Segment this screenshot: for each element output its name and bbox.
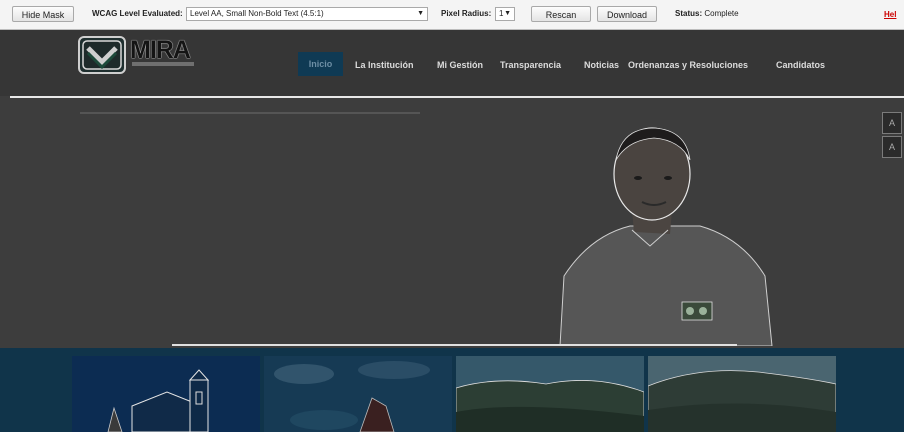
font-increase-icon: A: [888, 118, 895, 128]
dropdown-arrow-icon: ▼: [417, 10, 424, 17]
help-link[interactable]: Hel: [884, 10, 896, 19]
pixel-radius-label: Pixel Radius:: [441, 9, 492, 18]
wcag-level-select[interactable]: Level AA, Small Non-Bold Text (4.5:1) ▼: [186, 7, 428, 21]
logo-tagline-bar: [132, 62, 194, 66]
hide-mask-button[interactable]: Hide Mask: [12, 6, 74, 22]
nav-item-transparencia[interactable]: Transparencia: [500, 60, 561, 70]
nav-item-ordenanzas[interactable]: Ordenanzas y Resoluciones: [628, 60, 748, 70]
logo-wordmark[interactable]: MIRA: [130, 36, 191, 65]
contrast-checker-toolbar: Hide Mask WCAG Level Evaluated: Level AA…: [0, 0, 904, 30]
status-label: Status:: [675, 9, 703, 18]
nav-item-candidatos[interactable]: Candidatos: [776, 60, 825, 70]
gallery-tile-hills[interactable]: [456, 356, 644, 432]
status-value: Complete: [704, 9, 739, 18]
font-size-increase-button[interactable]: A: [882, 112, 902, 134]
nav-item-la-institucion[interactable]: La Institución: [355, 60, 414, 70]
logo-emblem-icon[interactable]: [78, 36, 126, 74]
dropdown-arrow-icon: ▼: [504, 10, 511, 17]
gallery-tile-church[interactable]: [72, 356, 260, 432]
hero-person-photo: [559, 127, 773, 346]
hero-top-line: [80, 112, 420, 114]
wcag-level-label: WCAG Level Evaluated:: [92, 9, 183, 18]
gallery-tile-valley[interactable]: [648, 356, 836, 432]
gallery-tile-sky[interactable]: [264, 356, 452, 432]
pixel-radius-select[interactable]: 1 ▼: [495, 7, 515, 21]
font-size-decrease-button[interactable]: A: [882, 136, 902, 158]
nav-item-mi-gestion[interactable]: Mi Gestión: [437, 60, 483, 70]
rescan-button[interactable]: Rescan: [531, 6, 591, 22]
font-decrease-icon: A: [888, 142, 895, 152]
nav-item-inicio[interactable]: Inicio: [298, 52, 343, 76]
wcag-level-value: Level AA, Small Non-Bold Text (4.5:1): [190, 9, 324, 18]
nav-item-noticias[interactable]: Noticias: [584, 60, 619, 70]
download-button[interactable]: Download: [597, 6, 657, 22]
status-text: Status: Complete: [675, 9, 739, 18]
hero-bottom-divider: [172, 344, 737, 346]
pixel-radius-value: 1: [499, 9, 504, 18]
